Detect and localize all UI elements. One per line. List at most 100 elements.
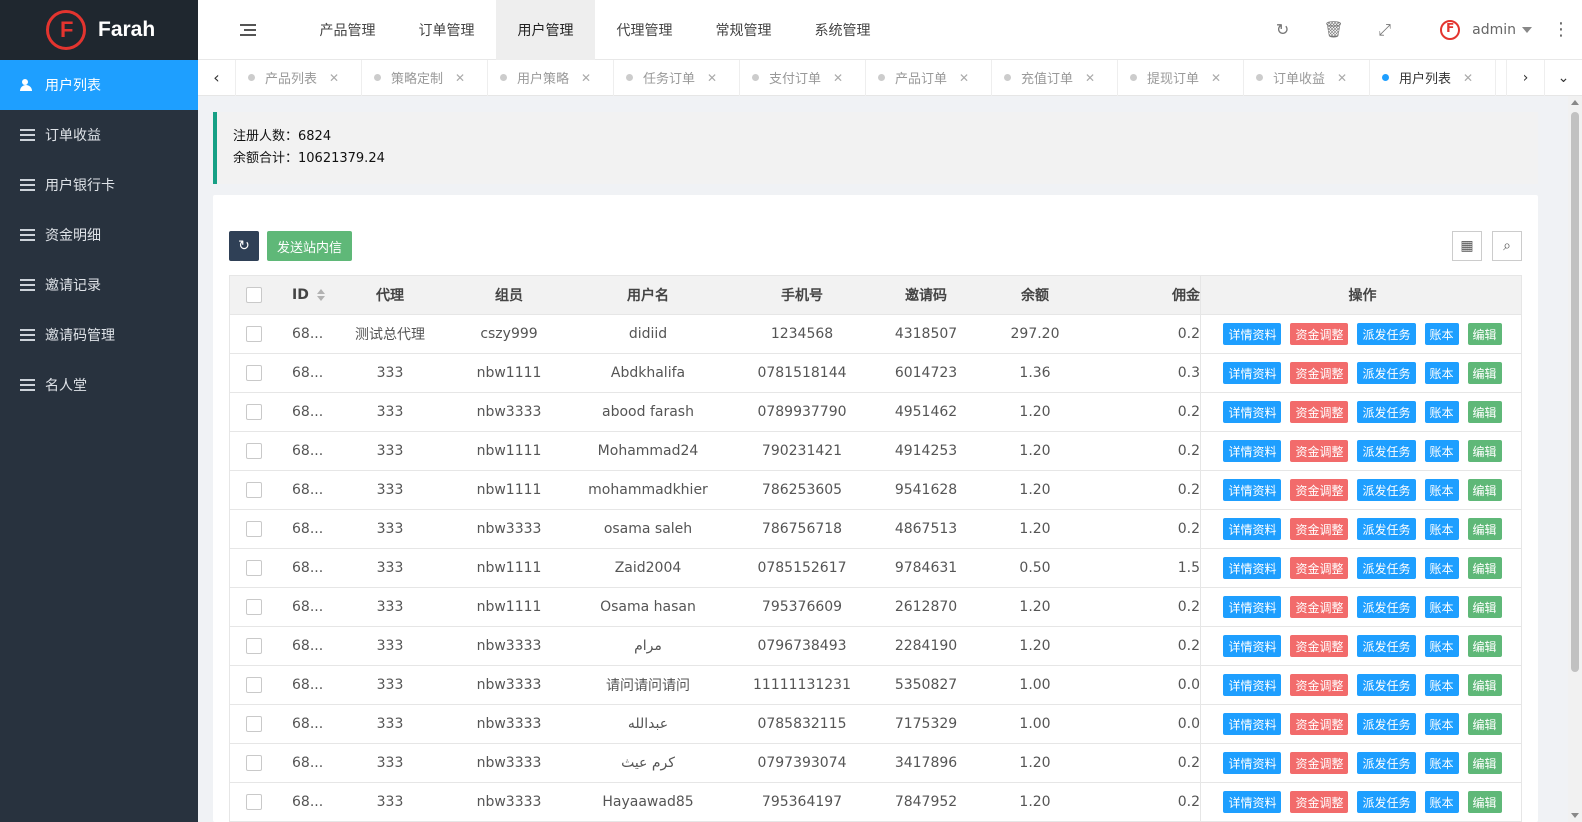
assign-task-button[interactable]: 派发任务	[1357, 635, 1416, 657]
columns-icon[interactable]: ▦	[1452, 231, 1482, 261]
sidebar-item[interactable]: 订单收益	[0, 110, 198, 160]
detail-button[interactable]: 详情资料	[1223, 635, 1282, 657]
close-icon[interactable]: ✕	[1337, 71, 1347, 85]
user-name[interactable]: admin	[1472, 22, 1516, 38]
row-checkbox[interactable]	[230, 705, 278, 743]
top-menu-item[interactable]: 常规管理	[694, 0, 793, 60]
top-menu-item[interactable]: 订单管理	[397, 0, 496, 60]
detail-button[interactable]: 详情资料	[1223, 557, 1282, 579]
assign-task-button[interactable]: 派发任务	[1357, 362, 1416, 384]
assign-task-button[interactable]: 派发任务	[1357, 401, 1416, 423]
adjust-funds-button[interactable]: 资金调整	[1290, 479, 1349, 501]
ledger-button[interactable]: 账本	[1424, 752, 1459, 774]
top-menu-item[interactable]: 代理管理	[595, 0, 694, 60]
sidebar-item[interactable]: 资金明细	[0, 210, 198, 260]
fullscreen-icon[interactable]: ⤢	[1359, 20, 1410, 40]
trash-icon[interactable]: 🗑	[1308, 20, 1359, 39]
close-icon[interactable]: ✕	[707, 71, 717, 85]
scrollbar-thumb[interactable]	[1571, 112, 1579, 672]
row-checkbox[interactable]	[230, 549, 278, 587]
detail-button[interactable]: 详情资料	[1223, 596, 1282, 618]
ledger-button[interactable]: 账本	[1424, 791, 1459, 813]
row-checkbox[interactable]	[230, 432, 278, 470]
tab-item[interactable]: 支付订单 ✕	[740, 59, 866, 96]
adjust-funds-button[interactable]: 资金调整	[1290, 518, 1349, 540]
tab-item[interactable]: 任务订单 ✕	[614, 59, 740, 96]
edit-button[interactable]: 编辑	[1467, 713, 1502, 735]
detail-button[interactable]: 详情资料	[1223, 323, 1282, 345]
refresh-icon[interactable]: ↻	[1257, 20, 1308, 39]
ledger-button[interactable]: 账本	[1424, 518, 1459, 540]
close-icon[interactable]: ✕	[329, 71, 339, 85]
ledger-button[interactable]: 账本	[1424, 635, 1459, 657]
row-checkbox[interactable]	[230, 744, 278, 782]
row-checkbox[interactable]	[230, 510, 278, 548]
checkbox-box[interactable]	[246, 482, 262, 498]
search-icon[interactable]: ⌕	[1492, 231, 1522, 261]
detail-button[interactable]: 详情资料	[1223, 674, 1282, 696]
refresh-button[interactable]: ↻	[229, 231, 259, 261]
edit-button[interactable]: 编辑	[1467, 518, 1502, 540]
assign-task-button[interactable]: 派发任务	[1357, 596, 1416, 618]
tab-item[interactable]: 策略定制 ✕	[362, 59, 488, 96]
row-checkbox[interactable]	[230, 627, 278, 665]
assign-task-button[interactable]: 派发任务	[1357, 791, 1416, 813]
top-menu-item[interactable]: 产品管理	[298, 0, 397, 60]
ledger-button[interactable]: 账本	[1424, 557, 1459, 579]
detail-button[interactable]: 详情资料	[1223, 518, 1282, 540]
assign-task-button[interactable]: 派发任务	[1357, 323, 1416, 345]
send-message-button[interactable]: 发送站内信	[267, 231, 353, 261]
edit-button[interactable]: 编辑	[1467, 557, 1502, 579]
tab-item[interactable]: 用户策略 ✕	[488, 59, 614, 96]
row-checkbox[interactable]	[230, 393, 278, 431]
assign-task-button[interactable]: 派发任务	[1357, 440, 1416, 462]
adjust-funds-button[interactable]: 资金调整	[1290, 362, 1349, 384]
ledger-button[interactable]: 账本	[1424, 323, 1459, 345]
tab-item[interactable]: 订单收益 ✕	[1244, 59, 1370, 96]
tab-item[interactable]: 产品订单 ✕	[866, 59, 992, 96]
adjust-funds-button[interactable]: 资金调整	[1290, 401, 1349, 423]
checkbox-box[interactable]	[246, 677, 262, 693]
sidebar-item[interactable]: 用户列表	[0, 60, 198, 110]
edit-button[interactable]: 编辑	[1467, 323, 1502, 345]
checkbox-box[interactable]	[246, 716, 262, 732]
assign-task-button[interactable]: 派发任务	[1357, 518, 1416, 540]
ledger-button[interactable]: 账本	[1424, 674, 1459, 696]
edit-button[interactable]: 编辑	[1467, 401, 1502, 423]
tab-menu-chevron-icon[interactable]: ⌄	[1544, 59, 1582, 96]
edit-button[interactable]: 编辑	[1467, 674, 1502, 696]
row-checkbox[interactable]	[230, 354, 278, 392]
menu-toggle-button[interactable]	[198, 0, 298, 60]
sidebar-item[interactable]: 邀请码管理	[0, 310, 198, 360]
close-icon[interactable]: ✕	[833, 71, 843, 85]
checkbox-box[interactable]	[246, 326, 262, 342]
top-menu-item[interactable]: 用户管理	[496, 0, 595, 60]
ledger-button[interactable]: 账本	[1424, 713, 1459, 735]
top-menu-item[interactable]: 系统管理	[793, 0, 892, 60]
row-checkbox[interactable]	[230, 666, 278, 704]
ledger-button[interactable]: 账本	[1424, 401, 1459, 423]
adjust-funds-button[interactable]: 资金调整	[1290, 752, 1349, 774]
adjust-funds-button[interactable]: 资金调整	[1290, 557, 1349, 579]
scroll-up-icon[interactable]	[1571, 100, 1579, 105]
tab-item[interactable]: 提现订单 ✕	[1118, 59, 1244, 96]
close-icon[interactable]: ✕	[959, 71, 969, 85]
tab-item[interactable]: 充值订单 ✕	[992, 59, 1118, 96]
tab-item[interactable]: 产品列表 ✕	[236, 59, 362, 96]
row-checkbox[interactable]	[230, 471, 278, 509]
ledger-button[interactable]: 账本	[1424, 479, 1459, 501]
adjust-funds-button[interactable]: 资金调整	[1290, 674, 1349, 696]
checkbox-box[interactable]	[246, 755, 262, 771]
adjust-funds-button[interactable]: 资金调整	[1290, 596, 1349, 618]
checkbox-box[interactable]	[246, 287, 262, 303]
edit-button[interactable]: 编辑	[1467, 479, 1502, 501]
edit-button[interactable]: 编辑	[1467, 752, 1502, 774]
sidebar-item[interactable]: 名人堂	[0, 360, 198, 410]
row-checkbox[interactable]	[230, 315, 278, 353]
detail-button[interactable]: 详情资料	[1223, 713, 1282, 735]
edit-button[interactable]: 编辑	[1467, 440, 1502, 462]
checkbox-box[interactable]	[246, 521, 262, 537]
adjust-funds-button[interactable]: 资金调整	[1290, 440, 1349, 462]
close-icon[interactable]: ✕	[1463, 71, 1473, 85]
tab-item[interactable]: 用户列表 ✕	[1370, 59, 1496, 96]
